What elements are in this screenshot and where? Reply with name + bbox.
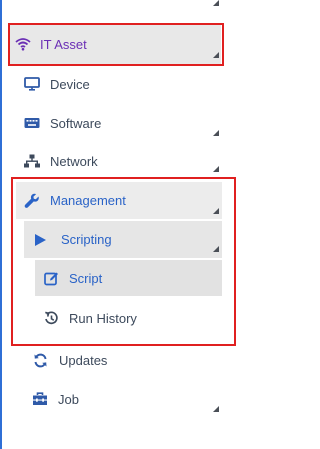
keyboard-icon — [24, 115, 40, 131]
sidebar-item-network[interactable]: Network — [24, 151, 98, 171]
resize-grip-icon — [213, 166, 219, 172]
sidebar-item-label: Updates — [59, 352, 108, 368]
highlight-box-management — [11, 177, 236, 346]
sidebar-item-updates[interactable]: Updates — [32, 350, 107, 370]
monitor-icon — [24, 76, 40, 92]
highlight-box-it-asset — [8, 23, 224, 66]
resize-grip-icon — [213, 0, 219, 6]
sidebar-rail — [0, 0, 2, 449]
sync-icon — [32, 352, 48, 368]
sidebar-item-label: Job — [58, 391, 79, 407]
sidebar-item-label: Software — [50, 115, 102, 131]
sitemap-icon — [24, 153, 40, 169]
sidebar-item-job[interactable]: Job — [32, 389, 79, 409]
resize-grip-icon — [213, 406, 219, 412]
resize-grip-icon — [213, 130, 219, 136]
sidebar-item-software[interactable]: Software — [24, 113, 101, 133]
sidebar-item-label: Device — [50, 76, 90, 92]
sidebar-item-device[interactable]: Device — [24, 74, 90, 94]
toolbox-icon — [32, 391, 48, 407]
sidebar-item-label: Network — [50, 153, 98, 169]
